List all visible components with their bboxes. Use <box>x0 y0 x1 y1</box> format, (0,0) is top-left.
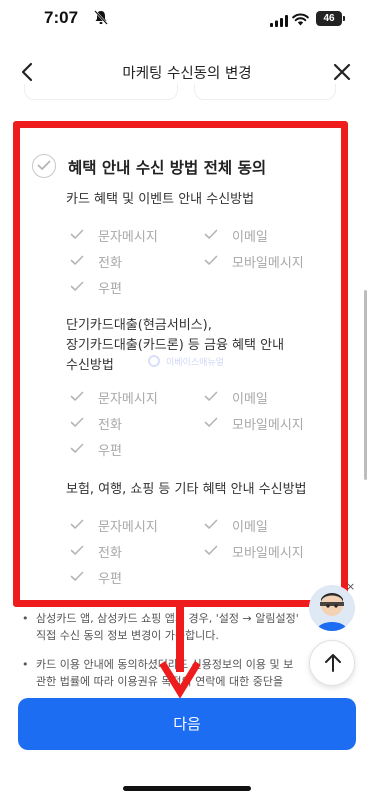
chat-close-button[interactable]: × <box>346 580 355 593</box>
previous-card-edge <box>24 84 178 100</box>
home-indicator <box>123 786 251 791</box>
page-title: 마케팅 수신동의 변경 <box>122 66 252 82</box>
highlight-box <box>13 121 348 607</box>
wifi-icon <box>292 11 309 30</box>
close-icon <box>333 63 351 81</box>
next-button[interactable]: 다음 <box>18 698 356 750</box>
status-bar: 7:07 46 <box>0 0 374 40</box>
bullet: • <box>22 612 29 625</box>
previous-card-edge <box>194 84 336 100</box>
scroll-to-top-button[interactable] <box>309 640 355 686</box>
bell-slash-icon <box>94 10 108 26</box>
arrow-up-icon <box>325 654 341 672</box>
close-button[interactable] <box>328 58 356 86</box>
scrollbar[interactable] <box>364 290 367 480</box>
battery-indicator: 46 <box>316 11 345 26</box>
cellular-signal-icon <box>270 12 288 31</box>
bullet: • <box>22 658 29 671</box>
status-time: 7:07 <box>44 8 79 27</box>
arrow-down-icon <box>160 600 200 698</box>
